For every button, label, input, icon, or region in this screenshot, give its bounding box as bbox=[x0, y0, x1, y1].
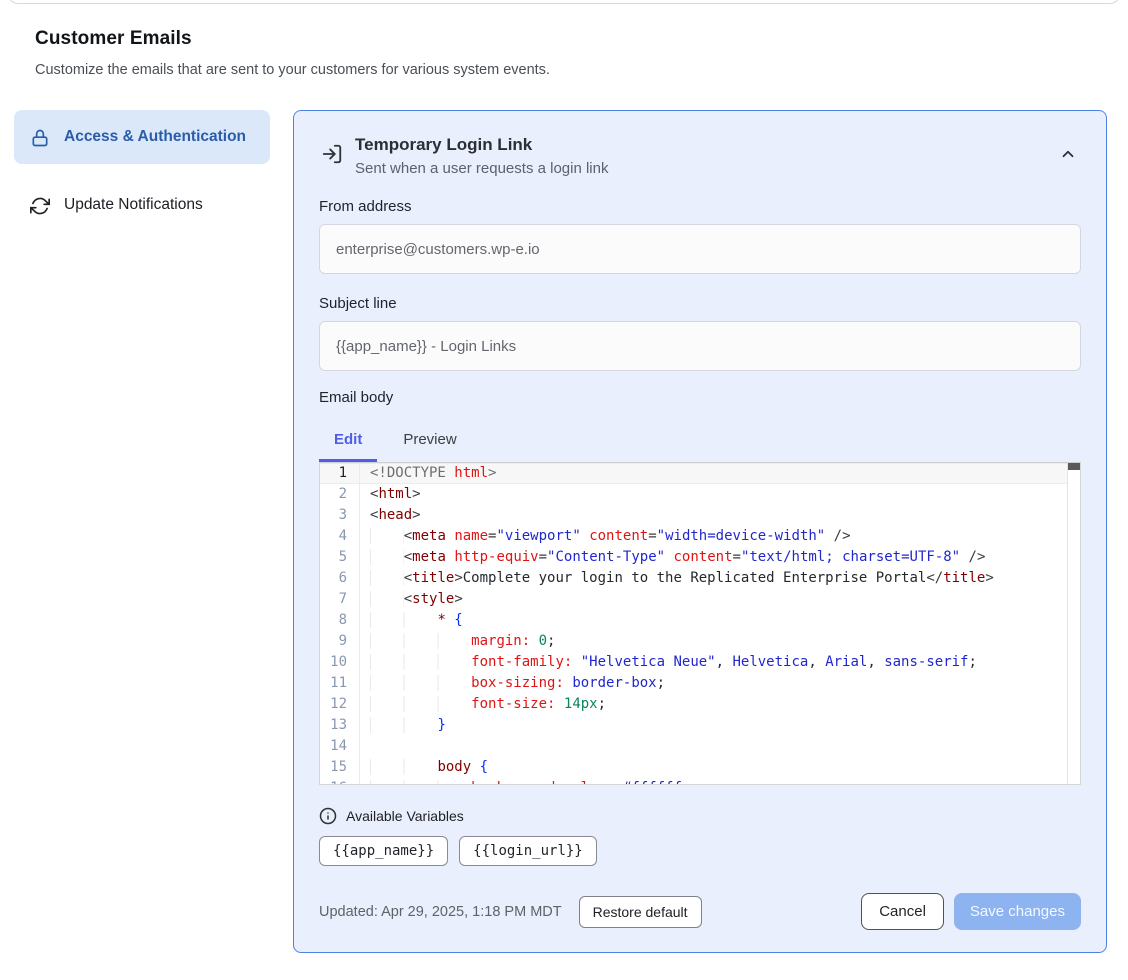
code-line[interactable]: 8 * { bbox=[320, 610, 1080, 631]
code-line[interactable]: 4 <meta name="viewport" content="width=d… bbox=[320, 526, 1080, 547]
editor-scrollbar[interactable] bbox=[1067, 463, 1080, 784]
code-line[interactable]: 7 <style> bbox=[320, 589, 1080, 610]
code-line[interactable]: 14 bbox=[320, 736, 1080, 757]
variable-chip-app-name[interactable]: {{app_name}} bbox=[319, 836, 448, 866]
login-icon bbox=[321, 143, 343, 165]
code-line[interactable]: 15 body { bbox=[320, 757, 1080, 778]
code-line[interactable]: 12 font-size: 14px; bbox=[320, 694, 1080, 715]
cancel-button[interactable]: Cancel bbox=[861, 893, 944, 930]
panel-title-block: Temporary Login Link Sent when a user re… bbox=[355, 135, 608, 177]
available-variables-label: Available Variables bbox=[346, 808, 464, 824]
email-body-tabs: Edit Preview bbox=[319, 421, 1081, 462]
panel-subtitle: Sent when a user requests a login link bbox=[355, 160, 608, 177]
code-line[interactable]: 13 } bbox=[320, 715, 1080, 736]
editor-scrollbar-thumb[interactable] bbox=[1068, 463, 1080, 470]
email-body-label: Email body bbox=[319, 389, 1081, 406]
page-subtitle: Customize the emails that are sent to yo… bbox=[35, 62, 1128, 78]
tab-edit[interactable]: Edit bbox=[319, 421, 377, 462]
code-line[interactable]: 16 background-color: #ffffff; bbox=[320, 778, 1080, 785]
variable-chip-login-url[interactable]: {{login_url}} bbox=[459, 836, 597, 866]
sidebar-item-update-notifications[interactable]: Update Notifications bbox=[14, 178, 270, 232]
subject-line-label: Subject line bbox=[319, 295, 1081, 312]
info-icon bbox=[319, 807, 337, 825]
from-address-input[interactable] bbox=[319, 224, 1081, 274]
code-line[interactable]: 9 margin: 0; bbox=[320, 631, 1080, 652]
lock-icon bbox=[30, 128, 50, 148]
from-address-label: From address bbox=[319, 198, 1081, 215]
chevron-up-icon bbox=[1059, 145, 1077, 163]
code-line[interactable]: 2<html> bbox=[320, 484, 1080, 505]
code-line[interactable]: 10 font-family: "Helvetica Neue", Helvet… bbox=[320, 652, 1080, 673]
updated-timestamp: Updated: Apr 29, 2025, 1:18 PM MDT bbox=[319, 904, 562, 920]
collapse-button[interactable] bbox=[1055, 135, 1081, 173]
panel-title: Temporary Login Link bbox=[355, 135, 608, 155]
code-line[interactable]: 1<!DOCTYPE html> bbox=[320, 463, 1080, 484]
save-changes-button[interactable]: Save changes bbox=[954, 893, 1081, 930]
refresh-icon bbox=[30, 196, 50, 216]
code-line[interactable]: 6 <title>Complete your login to the Repl… bbox=[320, 568, 1080, 589]
sidebar-item-label: Access & Authentication bbox=[64, 125, 246, 149]
code-lines: 1<!DOCTYPE html>2<html>3<head>4 <meta na… bbox=[320, 463, 1080, 785]
email-config-panel: Temporary Login Link Sent when a user re… bbox=[293, 110, 1107, 953]
tab-preview[interactable]: Preview bbox=[388, 421, 471, 462]
restore-default-button[interactable]: Restore default bbox=[579, 896, 702, 928]
email-types-sidebar: Access & Authentication Update Notificat… bbox=[14, 110, 270, 953]
sidebar-item-label: Update Notifications bbox=[64, 193, 203, 217]
code-line[interactable]: 3<head> bbox=[320, 505, 1080, 526]
page-header: Customer Emails Customize the emails tha… bbox=[35, 28, 1128, 78]
panel-footer: Updated: Apr 29, 2025, 1:18 PM MDT Resto… bbox=[319, 893, 1081, 930]
previous-card-edge bbox=[8, 0, 1120, 4]
sidebar-item-access-authentication[interactable]: Access & Authentication bbox=[14, 110, 270, 164]
code-line[interactable]: 11 box-sizing: border-box; bbox=[320, 673, 1080, 694]
code-editor[interactable]: 1<!DOCTYPE html>2<html>3<head>4 <meta na… bbox=[319, 462, 1081, 785]
subject-line-input[interactable] bbox=[319, 321, 1081, 371]
page-title: Customer Emails bbox=[35, 28, 1128, 50]
code-line[interactable]: 5 <meta http-equiv="Content-Type" conten… bbox=[320, 547, 1080, 568]
panel-header: Temporary Login Link Sent when a user re… bbox=[319, 135, 1081, 177]
